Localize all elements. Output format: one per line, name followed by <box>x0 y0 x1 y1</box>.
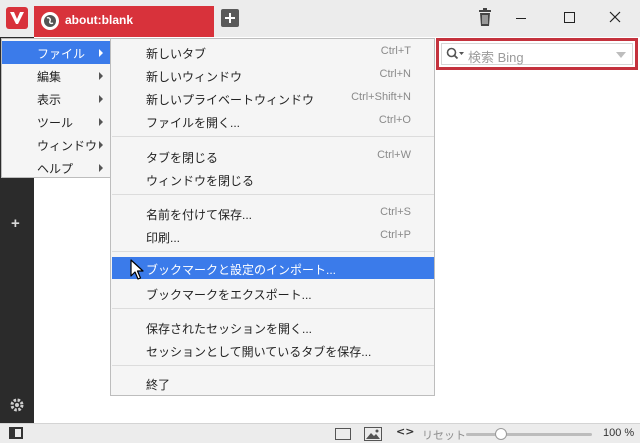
search-input[interactable]: 検索 Bing <box>441 43 633 65</box>
menu-separator <box>112 365 434 366</box>
page-tiling-icon[interactable] <box>335 428 351 440</box>
menu-item-exit[interactable]: 終了 <box>112 372 434 394</box>
menu-separator <box>112 308 434 309</box>
menu-separator <box>112 251 434 252</box>
menu-item-view[interactable]: 表示 <box>2 87 111 110</box>
zoom-reset-button[interactable]: リセット <box>422 427 466 443</box>
minimize-button[interactable] <box>508 5 534 31</box>
add-panel-icon[interactable]: + <box>11 215 20 232</box>
search-box[interactable]: 検索 Bing <box>436 38 638 70</box>
vivaldi-logo-icon[interactable] <box>6 7 28 29</box>
menu-separator <box>112 136 434 137</box>
menu-item-open-saved-session[interactable]: 保存されたセッションを開く... <box>112 316 434 338</box>
trash-icon[interactable] <box>472 5 498 31</box>
chevron-right-icon <box>99 95 103 103</box>
zoom-slider[interactable] <box>466 433 592 436</box>
file-submenu: 新しいタブ Ctrl+T 新しいウィンドウ Ctrl+N 新しいプライベートウィンド… <box>110 38 435 396</box>
panel-toggle-icon[interactable] <box>9 427 23 439</box>
title-bar: about:blank <box>0 0 640 37</box>
chevron-right-icon <box>99 164 103 172</box>
close-button[interactable] <box>602 5 628 31</box>
maximize-button[interactable] <box>556 5 582 31</box>
menu-item-open-file[interactable]: ファイルを開く... Ctrl+O <box>112 110 434 132</box>
main-menu: ファイル 編集 表示 ツール ウィンドウ ヘルプ <box>1 38 112 178</box>
gear-icon[interactable] <box>9 397 25 416</box>
zoom-level: 100 % <box>603 427 635 439</box>
chevron-right-icon <box>99 72 103 80</box>
chevron-down-icon[interactable] <box>616 52 626 58</box>
menu-item-close-window[interactable]: ウィンドウを閉じる <box>112 168 434 190</box>
menu-item-new-private-window[interactable]: 新しいプライベートウィンドウ Ctrl+Shift+N <box>112 87 434 109</box>
menu-item-edit[interactable]: 編集 <box>2 64 111 87</box>
menu-item-help[interactable]: ヘルプ <box>2 156 111 179</box>
menu-item-tools[interactable]: ツール <box>2 110 111 133</box>
menu-item-save-session[interactable]: セッションとして開いているタブを保存... <box>112 339 434 361</box>
menu-separator <box>112 194 434 195</box>
menu-item-file[interactable]: ファイル <box>2 41 111 64</box>
search-icon[interactable] <box>446 47 466 64</box>
menu-item-window[interactable]: ウィンドウ <box>2 133 111 156</box>
search-placeholder: 検索 Bing <box>468 50 524 65</box>
chevron-right-icon <box>99 49 103 57</box>
menu-item-export-bookmarks[interactable]: ブックマークをエクスポート... <box>112 282 434 304</box>
menu-item-print[interactable]: 印刷... Ctrl+P <box>112 225 434 247</box>
globe-icon <box>41 12 59 30</box>
zoom-slider-thumb[interactable] <box>495 428 507 440</box>
image-icon[interactable] <box>364 427 382 443</box>
status-bar: <> リセット 100 % <box>0 423 640 443</box>
new-tab-button[interactable] <box>221 9 239 27</box>
menu-item-close-tab[interactable]: タブを閉じる Ctrl+W <box>112 145 434 167</box>
mouse-cursor-icon <box>130 259 144 284</box>
tab-title: about:blank <box>65 13 133 27</box>
menu-item-new-tab[interactable]: 新しいタブ Ctrl+T <box>112 41 434 63</box>
menu-item-new-window[interactable]: 新しいウィンドウ Ctrl+N <box>112 64 434 86</box>
chevron-right-icon <box>99 141 103 149</box>
chevron-right-icon <box>99 118 103 126</box>
menu-item-save-as[interactable]: 名前を付けて保存... Ctrl+S <box>112 202 434 224</box>
page-actions-icon[interactable]: <> <box>396 425 414 438</box>
menu-item-import-bookmarks[interactable]: ブックマークと設定のインポート... <box>112 257 434 279</box>
tab-about-blank[interactable]: about:blank <box>34 6 214 37</box>
